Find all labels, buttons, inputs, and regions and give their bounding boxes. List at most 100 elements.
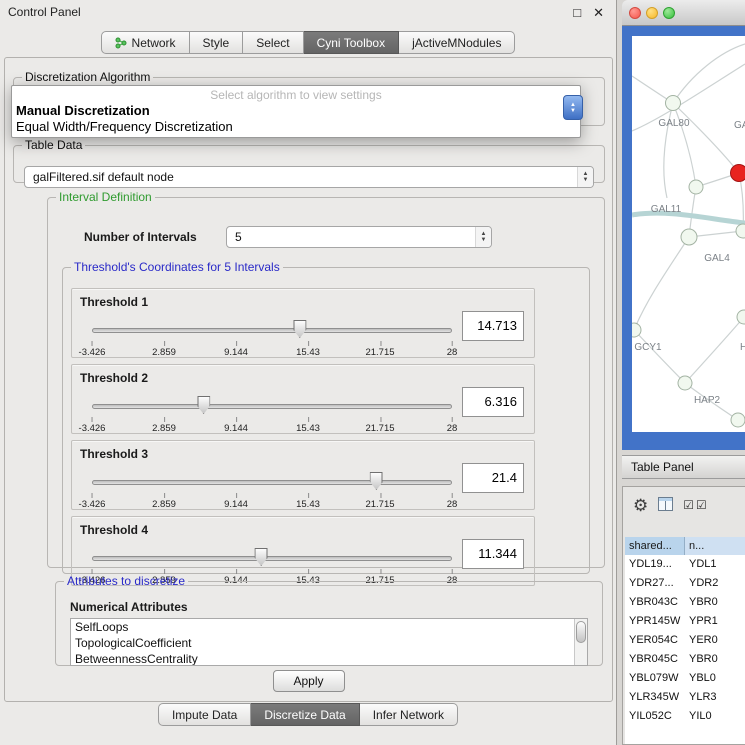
node-label-gcy1: GCY1 xyxy=(634,342,662,353)
table-data-group: Table Data galFiltered.sif default node … xyxy=(13,138,605,183)
tab-network[interactable]: Network xyxy=(101,31,190,54)
attributes-to-discretize-group: Attributes to discretize Numerical Attri… xyxy=(55,574,603,666)
tick-label: 21.715 xyxy=(365,347,394,358)
column-header-shared-name[interactable]: shared... xyxy=(625,537,685,555)
tab-discretize-data-label: Discretize Data xyxy=(264,708,345,722)
threshold-2-slider[interactable]: -3.426 2.859 9.144 15.43 21.715 28 xyxy=(92,393,452,433)
application-root: Control Panel □ ✕ Network Style Select C… xyxy=(0,0,745,745)
select-columns-checkbox-icons[interactable]: ☑☑ xyxy=(683,498,709,512)
slider-track xyxy=(92,328,452,333)
network-node[interactable] xyxy=(731,413,745,427)
network-node[interactable] xyxy=(736,224,745,238)
minimize-traffic-light-button[interactable] xyxy=(646,7,658,19)
tab-cyni-toolbox[interactable]: Cyni Toolbox xyxy=(304,31,399,54)
network-node[interactable] xyxy=(689,180,703,194)
tab-select[interactable]: Select xyxy=(243,31,303,54)
tick-label: -3.426 xyxy=(79,347,106,358)
list-item[interactable]: TopologicalCoefficient xyxy=(71,635,587,651)
cell: YIL0 xyxy=(685,707,745,726)
network-node-selected-red[interactable] xyxy=(731,165,745,182)
number-of-intervals-select[interactable]: 5 ▲ ▼ xyxy=(226,226,492,248)
control-panel-title-bar: Control Panel □ ✕ xyxy=(0,0,616,24)
table-panel-header: Table Panel xyxy=(622,455,745,479)
network-node[interactable] xyxy=(681,229,697,245)
float-window-icon[interactable]: □ xyxy=(573,6,581,19)
cell: YBR0 xyxy=(685,593,745,612)
tick-label: -3.426 xyxy=(79,499,106,510)
tab-infer-network[interactable]: Infer Network xyxy=(360,703,458,726)
network-node[interactable] xyxy=(737,310,745,324)
columns-icon[interactable] xyxy=(658,497,673,514)
cell: YPR1 xyxy=(685,612,745,631)
network-node[interactable] xyxy=(632,323,641,337)
table-row[interactable]: YLR345WYLR3 xyxy=(625,688,745,707)
table-row[interactable]: YIL052CYIL0 xyxy=(625,707,745,726)
numerical-attributes-label: Numerical Attributes xyxy=(70,600,188,614)
tab-style-label: Style xyxy=(203,36,230,50)
threshold-3-slider[interactable]: -3.426 2.859 9.144 15.43 21.715 28 xyxy=(92,469,452,509)
slider-thumb[interactable] xyxy=(293,320,306,338)
algorithm-option-equal-width[interactable]: Equal Width/Frequency Discretization xyxy=(12,119,580,135)
discretization-algorithm-legend: Discretization Algorithm xyxy=(22,70,153,84)
zoom-traffic-light-button[interactable] xyxy=(663,7,675,19)
tick-label: 9.144 xyxy=(224,347,248,358)
network-canvas[interactable]: GAL80 GA GAL11 GAL4 GCY1 H HAP2 xyxy=(632,36,745,432)
tick-label: 21.715 xyxy=(365,423,394,434)
tick-label: 28 xyxy=(447,347,458,358)
table-data-select[interactable]: galFiltered.sif default node ▲ ▼ xyxy=(24,166,594,188)
gear-icon[interactable]: ⚙ xyxy=(633,497,648,514)
algorithm-combo-stepper[interactable]: ▲ ▼ xyxy=(563,95,583,120)
numerical-attributes-list: SelfLoops TopologicalCoefficient Between… xyxy=(70,618,588,666)
table-panel-title: Table Panel xyxy=(631,460,694,474)
network-node[interactable] xyxy=(666,96,681,111)
slider-ticks: -3.426 2.859 9.144 15.43 21.715 28 xyxy=(92,417,452,433)
table-row[interactable]: YBR043CYBR0 xyxy=(625,593,745,612)
table-row[interactable]: YER054CYER0 xyxy=(625,631,745,650)
threshold-1-value-field[interactable]: 14.713 xyxy=(462,311,524,341)
slider-ticks: -3.426 2.859 9.144 15.43 21.715 28 xyxy=(92,493,452,509)
algorithm-option-manual[interactable]: Manual Discretization xyxy=(12,103,580,119)
threshold-3-value-field[interactable]: 21.4 xyxy=(462,463,524,493)
cell: YBL0 xyxy=(685,669,745,688)
number-of-intervals-stepper: ▲ ▼ xyxy=(475,227,491,247)
threshold-1-label: Threshold 1 xyxy=(80,295,148,309)
threshold-2-value-field[interactable]: 6.316 xyxy=(462,387,524,417)
tab-cyni-toolbox-label: Cyni Toolbox xyxy=(317,36,385,50)
tab-style[interactable]: Style xyxy=(190,31,244,54)
slider-thumb[interactable] xyxy=(197,396,210,414)
list-item[interactable]: SelfLoops xyxy=(71,619,587,635)
window-title: Control Panel xyxy=(8,5,81,19)
table-row[interactable]: YPR145WYPR1 xyxy=(625,612,745,631)
control-panel-window: Control Panel □ ✕ Network Style Select C… xyxy=(0,0,617,745)
tab-impute-data[interactable]: Impute Data xyxy=(158,703,251,726)
checkbox-icon: ☑ xyxy=(683,498,696,512)
table-data-value: galFiltered.sif default node xyxy=(33,170,174,184)
interval-definition-legend: Interval Definition xyxy=(56,190,155,204)
slider-thumb[interactable] xyxy=(370,472,383,490)
list-item[interactable]: BetweennessCentrality xyxy=(71,651,587,666)
table-row[interactable]: YDL19...YDL1 xyxy=(625,555,745,574)
table-row[interactable]: YBL079WYBL0 xyxy=(625,669,745,688)
tab-jactivemnodules[interactable]: jActiveMNodules xyxy=(399,31,515,54)
table-row[interactable]: YDR27...YDR2 xyxy=(625,574,745,593)
threshold-1-slider[interactable]: -3.426 2.859 9.144 15.43 21.715 28 xyxy=(92,317,452,357)
list-scrollbar[interactable] xyxy=(574,619,587,665)
table-header-row: shared... n... xyxy=(625,537,745,555)
close-traffic-light-button[interactable] xyxy=(629,7,641,19)
tab-impute-data-label: Impute Data xyxy=(172,708,237,722)
node-label-gal11: GAL11 xyxy=(651,204,682,215)
table-data-stepper: ▲ ▼ xyxy=(577,167,593,187)
threshold-4-value-field[interactable]: 11.344 xyxy=(462,539,524,569)
network-node[interactable] xyxy=(678,376,692,390)
slider-thumb[interactable] xyxy=(255,548,268,566)
column-header-name[interactable]: n... xyxy=(685,537,745,555)
tick-label: 15.43 xyxy=(296,423,320,434)
apply-button[interactable]: Apply xyxy=(273,670,345,692)
tab-discretize-data[interactable]: Discretize Data xyxy=(251,703,359,726)
table-row[interactable]: YBR045CYBR0 xyxy=(625,650,745,669)
algorithm-placeholder: Select algorithm to view settings xyxy=(12,88,580,103)
tick-label: 15.43 xyxy=(296,347,320,358)
scrollbar-thumb[interactable] xyxy=(576,621,586,643)
close-window-icon[interactable]: ✕ xyxy=(593,6,604,19)
tick-label: 9.144 xyxy=(224,499,248,510)
